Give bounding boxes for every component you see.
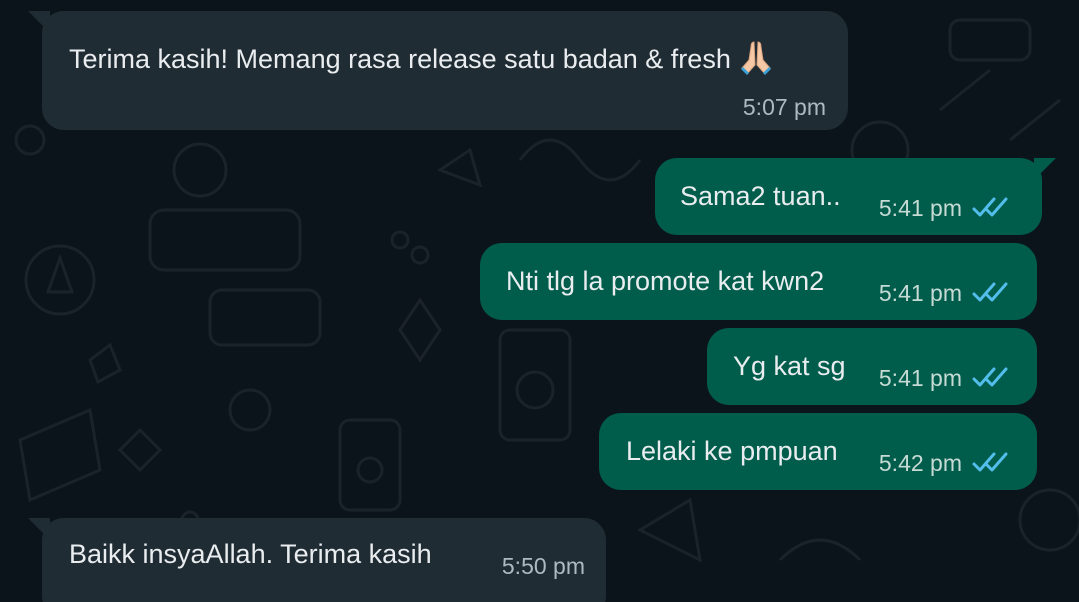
bubble-tail bbox=[28, 518, 50, 540]
message-outgoing[interactable]: Nti tlg la promote kat kwn2 5:41 pm bbox=[480, 243, 1037, 320]
message-text: Yg kat sg bbox=[733, 351, 846, 381]
message-meta: 5:42 pm bbox=[879, 450, 1016, 476]
double-check-read-icon bbox=[972, 452, 1008, 472]
message-time: 5:07 pm bbox=[742, 94, 826, 120]
message-outgoing[interactable]: Sama2 tuan.. 5:41 pm bbox=[655, 158, 1056, 235]
message-outgoing[interactable]: Yg kat sg 5:41 pm bbox=[707, 328, 1037, 405]
double-check-read-icon bbox=[972, 282, 1008, 302]
message-meta: 5:41 pm bbox=[879, 365, 1016, 391]
folded-hands-icon bbox=[740, 41, 771, 75]
double-check-read-icon bbox=[972, 197, 1008, 217]
message-meta: 5:41 pm bbox=[879, 280, 1016, 306]
message-text: Lelaki ke pmpuan bbox=[626, 436, 838, 466]
message-text-content: Terima kasih! Memang rasa release satu b… bbox=[69, 44, 731, 74]
message-meta: 5:07 pm bbox=[743, 96, 826, 119]
message-text: Sama2 tuan.. bbox=[680, 181, 841, 211]
message-meta: 5:41 pm bbox=[879, 195, 1016, 221]
message-incoming[interactable]: Baikk insyaAllah. Terima kasih 5:50 pm bbox=[28, 518, 606, 602]
bubble-tail bbox=[28, 11, 50, 33]
message-time: 5:41 pm bbox=[878, 194, 962, 221]
double-check-read-icon bbox=[972, 367, 1008, 387]
message-time: 5:41 pm bbox=[878, 364, 962, 391]
message-text: Baikk insyaAllah. Terima kasih bbox=[69, 539, 432, 569]
message-text: Terima kasih! Memang rasa release satu b… bbox=[69, 38, 773, 76]
message-outgoing[interactable]: Lelaki ke pmpuan 5:42 pm bbox=[599, 413, 1037, 490]
message-text: Nti tlg la promote kat kwn2 bbox=[506, 266, 825, 296]
message-meta: 5:50 pm bbox=[502, 555, 585, 578]
message-time: 5:50 pm bbox=[501, 553, 585, 579]
bubble-tail bbox=[1034, 158, 1056, 180]
chat-conversation[interactable]: Terima kasih! Memang rasa release satu b… bbox=[0, 0, 1079, 602]
message-time: 5:41 pm bbox=[878, 279, 962, 306]
message-incoming[interactable]: Terima kasih! Memang rasa release satu b… bbox=[28, 11, 848, 130]
message-time: 5:42 pm bbox=[878, 449, 962, 476]
